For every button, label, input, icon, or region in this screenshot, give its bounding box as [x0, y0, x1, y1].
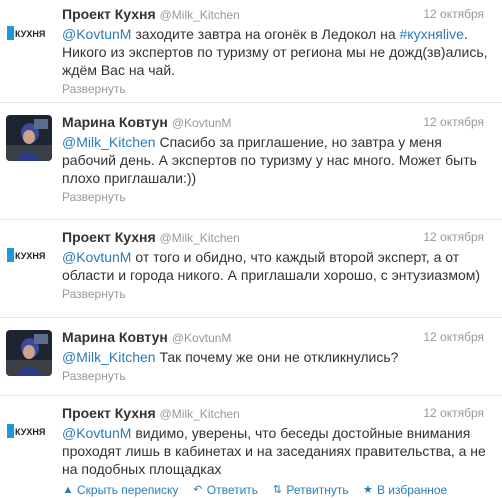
- text-segment: Так почему же они не откликнулись?: [155, 349, 399, 365]
- timestamp[interactable]: 12 октября: [423, 228, 484, 246]
- reply-icon: ↶: [193, 484, 203, 496]
- tweet[interactable]: Марина Ковтун @KovtunM 12 октября @Milk_K…: [0, 103, 502, 220]
- expand-link[interactable]: Развернуть: [62, 82, 492, 96]
- timestamp[interactable]: 12 октября: [423, 113, 484, 131]
- mention-link[interactable]: @KovtunM: [62, 26, 131, 42]
- author-handle[interactable]: @Milk_Kitchen: [160, 231, 240, 245]
- collapse-icon: ▲: [62, 484, 74, 496]
- retweet-label: Ретвитнуть: [286, 482, 349, 497]
- timestamp[interactable]: 12 октября: [423, 5, 484, 23]
- timestamp[interactable]: 12 октября: [423, 404, 484, 422]
- tweet-text: @KovtunM от того и обидно, что каждый вт…: [62, 248, 492, 284]
- hide-conversation-label: Скрыть переписку: [77, 483, 179, 497]
- tweet-header: Проект Кухня @Milk_Kitchen 12 октября: [62, 404, 492, 422]
- tweet-header: Марина Ковтун @KovtunM 12 октября: [62, 113, 492, 131]
- expand-link[interactable]: Развернуть: [62, 287, 492, 301]
- author-name[interactable]: Проект Кухня: [62, 229, 156, 245]
- expand-link[interactable]: Развернуть: [62, 190, 492, 204]
- tweet-header: Марина Ковтун @KovtunM 12 октября: [62, 328, 492, 346]
- author-name[interactable]: Марина Ковтун: [62, 114, 168, 130]
- tweet-actions: ▲ Скрыть переписку ↶ Ответить ⇅ Ретвитнуть …: [62, 482, 492, 498]
- author-handle[interactable]: @Milk_Kitchen: [160, 407, 240, 421]
- hashtag-link[interactable]: #кухняlive: [400, 26, 464, 42]
- avatar-logo-text: КУХНЯ: [15, 427, 45, 437]
- avatar-milk-kitchen[interactable]: КУХНЯ: [6, 10, 52, 56]
- author-handle[interactable]: @KovtunM: [172, 331, 232, 345]
- avatar-milk-kitchen[interactable]: КУХНЯ: [6, 408, 52, 454]
- reply-button[interactable]: ↶ Ответить: [192, 483, 258, 497]
- tweet-header: Проект Кухня @Milk_Kitchen 12 октября: [62, 5, 492, 23]
- avatar-logo-text: КУХНЯ: [15, 29, 45, 39]
- tweet-text: @Milk_Kitchen Так почему же они не откли…: [62, 348, 492, 366]
- tweet-header: Проект Кухня @Milk_Kitchen 12 октября: [62, 228, 492, 246]
- avatar-kovtunm[interactable]: [6, 115, 52, 161]
- tweet-text: @Milk_Kitchen Спасибо за приглашение, но…: [62, 133, 492, 187]
- author-name[interactable]: Проект Кухня: [62, 6, 156, 22]
- tweet[interactable]: КУХНЯ Проект Кухня @Milk_Kitchen 12 октяб…: [0, 0, 502, 103]
- mention-link[interactable]: @Milk_Kitchen: [62, 349, 156, 365]
- retweet-icon: ⇅: [272, 484, 282, 496]
- mention-link[interactable]: @KovtunM: [62, 425, 131, 441]
- avatar-milk-kitchen[interactable]: КУХНЯ: [6, 232, 52, 278]
- reply-label: Ответить: [206, 482, 259, 497]
- favorite-button[interactable]: ★ В избранное: [362, 483, 447, 497]
- author-handle[interactable]: @Milk_Kitchen: [160, 8, 240, 22]
- author-name[interactable]: Проект Кухня: [62, 405, 156, 421]
- avatar-kovtunm[interactable]: [6, 330, 52, 376]
- retweet-button[interactable]: ⇅ Ретвитнуть: [271, 482, 349, 497]
- favorite-label: В избранное: [376, 482, 448, 497]
- author-handle[interactable]: @KovtunM: [172, 116, 232, 130]
- mention-link[interactable]: @Milk_Kitchen: [62, 134, 156, 150]
- conversation-thread: КУХНЯ Проект Кухня @Milk_Kitchen 12 октяб…: [0, 0, 502, 498]
- text-segment: заходите завтра на огонёк в Ледокол на: [131, 26, 400, 42]
- tweet-text: @KovtunM заходите завтра на огонёк в Лед…: [62, 25, 492, 79]
- tweet-text: @KovtunM видимо, уверены, что беседы дос…: [62, 424, 492, 478]
- star-icon: ★: [363, 484, 373, 496]
- timestamp[interactable]: 12 октября: [423, 328, 484, 346]
- mention-link[interactable]: @KovtunM: [62, 249, 131, 265]
- author-name[interactable]: Марина Ковтун: [62, 329, 168, 345]
- expand-link[interactable]: Развернуть: [62, 369, 492, 383]
- tweet[interactable]: Марина Ковтун @KovtunM 12 октября @Milk_K…: [0, 318, 502, 396]
- avatar-logo-text: КУХНЯ: [15, 251, 45, 261]
- tweet[interactable]: КУХНЯ Проект Кухня @Milk_Kitchen 12 октяб…: [0, 220, 502, 318]
- hide-conversation-button[interactable]: ▲ Скрыть переписку: [62, 483, 179, 497]
- tweet-expanded[interactable]: КУХНЯ Проект Кухня @Milk_Kitchen 12 октяб…: [0, 396, 502, 498]
